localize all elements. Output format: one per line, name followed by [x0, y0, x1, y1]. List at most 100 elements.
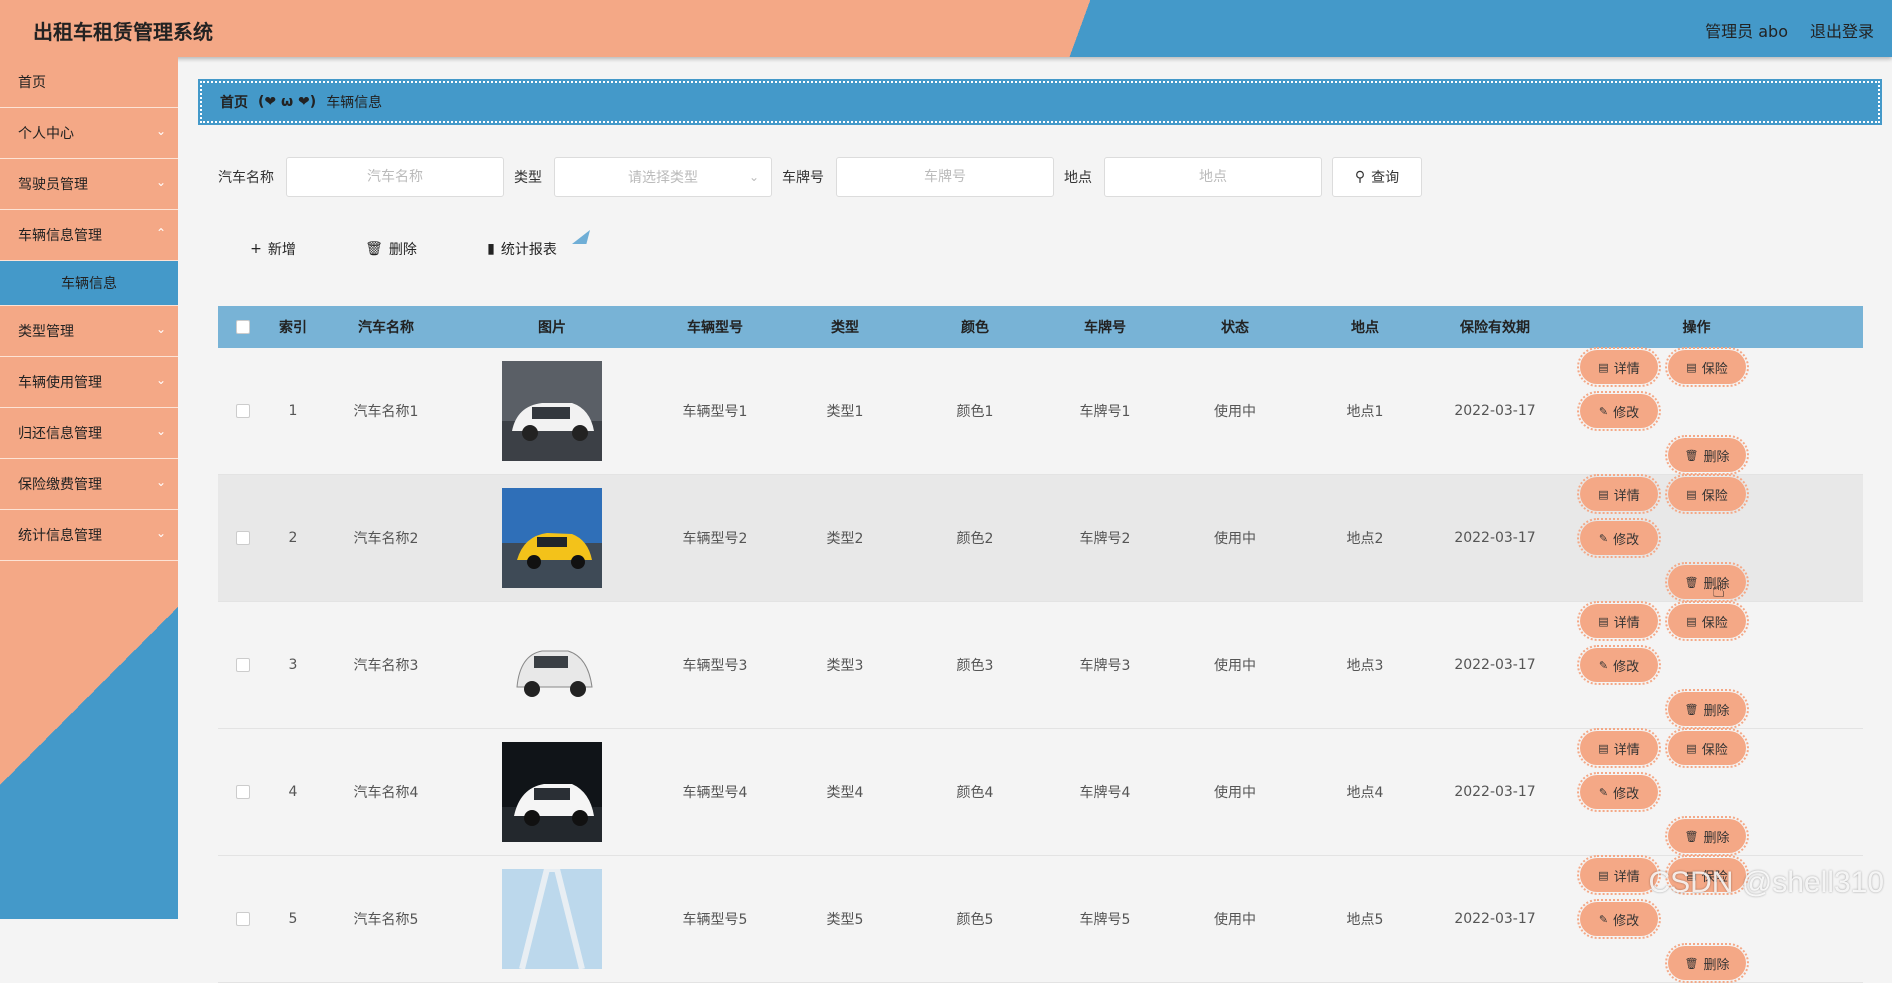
sidebar-item-personal-center[interactable]: 个人中心 ⌄: [0, 108, 178, 159]
edit-button[interactable]: ✎ 修改: [1577, 772, 1661, 812]
sidebar-item-driver-management[interactable]: 驾驶员管理 ⌄: [0, 159, 178, 210]
col-status: 状态: [1221, 320, 1249, 336]
row-checkbox[interactable]: [236, 404, 250, 418]
query-button[interactable]: ⚲ 查询: [1332, 157, 1422, 197]
logout-link[interactable]: 退出登录: [1810, 18, 1874, 42]
detail-button[interactable]: ▤ 详情: [1577, 347, 1661, 387]
row-delete-button[interactable]: 🗑 删除: [1665, 943, 1749, 983]
sidebar-item-type-management[interactable]: 类型管理 ⌄: [0, 306, 178, 357]
cell-expiry: 2022-03-17: [1454, 403, 1536, 419]
cell-color: 颜色1: [956, 404, 994, 420]
chevron-down-icon: ⌄: [155, 124, 166, 138]
sidebar-item-vehicle-management[interactable]: 车辆信息管理 ⌃: [0, 210, 178, 261]
sidebar-item-return-info[interactable]: 归还信息管理 ⌄: [0, 408, 178, 459]
chevron-down-icon: ⌄: [155, 175, 166, 189]
row-checkbox[interactable]: [236, 658, 250, 672]
car-thumbnail[interactable]: [454, 869, 650, 969]
table-row: 1 汽车名称1 车辆型号1 类型1 颜色1 车牌号1 使用中 地点1 2022-…: [218, 347, 1863, 475]
trash-icon: 🗑: [365, 241, 383, 257]
detail-label: 详情: [1613, 361, 1640, 377]
col-plate: 车牌号: [1084, 320, 1126, 336]
sidebar-item-label: 归还信息管理: [18, 426, 102, 442]
sidebar-item-statistics[interactable]: 统计信息管理 ⌄: [0, 510, 178, 561]
insurance-button[interactable]: ▤ 保险: [1665, 474, 1749, 514]
detail-button[interactable]: ▤ 详情: [1577, 601, 1661, 641]
row-delete-button[interactable]: 🗑 删除: [1665, 435, 1749, 475]
type-select[interactable]: 请选择类型 ⌄: [554, 157, 772, 197]
insurance-button[interactable]: ▤ 保险: [1665, 347, 1749, 387]
cell-ops: ▤ 详情 ▤ 保险 ✎ 修改 🗑 删除: [1560, 728, 1833, 856]
detail-button[interactable]: ▤ 详情: [1577, 474, 1661, 514]
select-all-checkbox[interactable]: [236, 320, 250, 334]
pointer-cursor-icon: ☝: [1712, 578, 1726, 603]
car-thumbnail[interactable]: [454, 742, 650, 842]
location-input[interactable]: [1104, 157, 1322, 197]
stats-report-button[interactable]: ▮ 统计报表: [454, 230, 590, 268]
cell-type: 类型5: [826, 912, 864, 928]
table-row: 4 汽车名称4 车辆型号4 类型4 颜色4 车牌号4 使用中 地点4 2022-…: [218, 728, 1863, 856]
table-row: 3 汽车名称3 车辆型号3 类型3 颜色3 车牌号3 使用中 地点3 2022-…: [218, 601, 1863, 729]
insurance-button[interactable]: ▤ 保险: [1665, 601, 1749, 641]
row-check-cell: [218, 531, 268, 545]
cell-location: 地点4: [1346, 785, 1384, 801]
edit-button[interactable]: ✎ 修改: [1577, 391, 1661, 431]
car-thumbnail[interactable]: [454, 615, 650, 715]
detail-button[interactable]: ▤ 详情: [1577, 728, 1661, 768]
plus-icon: +: [250, 241, 262, 257]
sidebar-item-label: 统计信息管理: [18, 528, 102, 544]
row-delete-label: 删除: [1703, 703, 1730, 719]
chevron-down-icon: ⌄: [155, 526, 166, 540]
cell-status: 使用中: [1214, 531, 1256, 547]
document-icon: ▤: [1598, 614, 1609, 628]
edit-button[interactable]: ✎ 修改: [1577, 518, 1661, 558]
cell-color: 颜色5: [956, 912, 994, 928]
top-header: 出租车租赁管理系统 管理员 abo 退出登录: [0, 0, 1892, 57]
sidebar-item-insurance-payment[interactable]: 保险缴费管理 ⌄: [0, 459, 178, 510]
cell-name: 汽车名称2: [353, 531, 419, 547]
cell-index: 4: [288, 784, 298, 800]
insurance-button[interactable]: ▤ 保险: [1665, 728, 1749, 768]
cell-plate: 车牌号1: [1079, 404, 1131, 420]
row-delete-button[interactable]: 🗑 删除: [1665, 689, 1749, 729]
row-checkbox[interactable]: [236, 912, 250, 926]
detail-button[interactable]: ▤ 详情: [1577, 855, 1661, 895]
row-checkbox[interactable]: [236, 531, 250, 545]
chevron-down-icon: ⌄: [155, 373, 166, 387]
col-expiry: 保险有效期: [1460, 320, 1530, 336]
ops-second-row: 🗑 删除: [1580, 689, 1833, 729]
sidebar-item-home[interactable]: 首页: [0, 57, 178, 108]
document-icon: ▤: [1598, 487, 1609, 501]
row-check-cell: [218, 912, 268, 926]
sidebar-item-label: 车辆使用管理: [18, 375, 102, 391]
document-icon: ▤: [1598, 868, 1609, 882]
cell-name: 汽车名称5: [353, 912, 419, 928]
edit-button[interactable]: ✎ 修改: [1577, 645, 1661, 685]
edit-button[interactable]: ✎ 修改: [1577, 899, 1661, 939]
edit-label: 修改: [1613, 532, 1640, 548]
toolbar: + 新增 🗑 删除 ▮ 统计报表: [218, 230, 598, 268]
bar-chart-icon: ▮: [487, 241, 495, 257]
insurance-label: 保险: [1701, 742, 1728, 758]
breadcrumb-home[interactable]: 首页: [220, 92, 248, 112]
document-icon: ▤: [1598, 741, 1609, 755]
car-thumbnail[interactable]: [454, 488, 650, 588]
col-name: 汽车名称: [358, 320, 414, 336]
table-body: 1 汽车名称1 车辆型号1 类型1 颜色1 车牌号1 使用中 地点1 2022-…: [218, 347, 1863, 983]
add-button[interactable]: + 新增: [218, 230, 328, 268]
vehicle-table: 索引 汽车名称 图片 车辆型号 类型 颜色 车牌号 状态 地点 保险有效期 操作…: [218, 306, 1863, 983]
row-checkbox[interactable]: [236, 785, 250, 799]
plate-input[interactable]: [836, 157, 1054, 197]
batch-delete-button[interactable]: 🗑 删除: [336, 230, 446, 268]
sidebar-item-vehicle-usage[interactable]: 车辆使用管理 ⌄: [0, 357, 178, 408]
car-thumbnail[interactable]: [454, 361, 650, 461]
cell-ops: ▤ 详情 ▤ 保险 ✎ 修改 🗑 删除: [1560, 601, 1833, 729]
car-name-input[interactable]: [286, 157, 504, 197]
add-button-label: 新增: [267, 242, 296, 258]
row-delete-button[interactable]: 🗑 删除: [1665, 816, 1749, 856]
sidebar-subitem-vehicle-info[interactable]: 车辆信息: [0, 261, 178, 306]
row-delete-button[interactable]: 🗑 删除: [1665, 562, 1749, 602]
document-icon: ▤: [1686, 741, 1697, 755]
cell-type: 类型4: [826, 785, 864, 801]
cell-expiry: 2022-03-17: [1454, 657, 1536, 673]
chevron-down-icon: ⌄: [155, 322, 166, 336]
